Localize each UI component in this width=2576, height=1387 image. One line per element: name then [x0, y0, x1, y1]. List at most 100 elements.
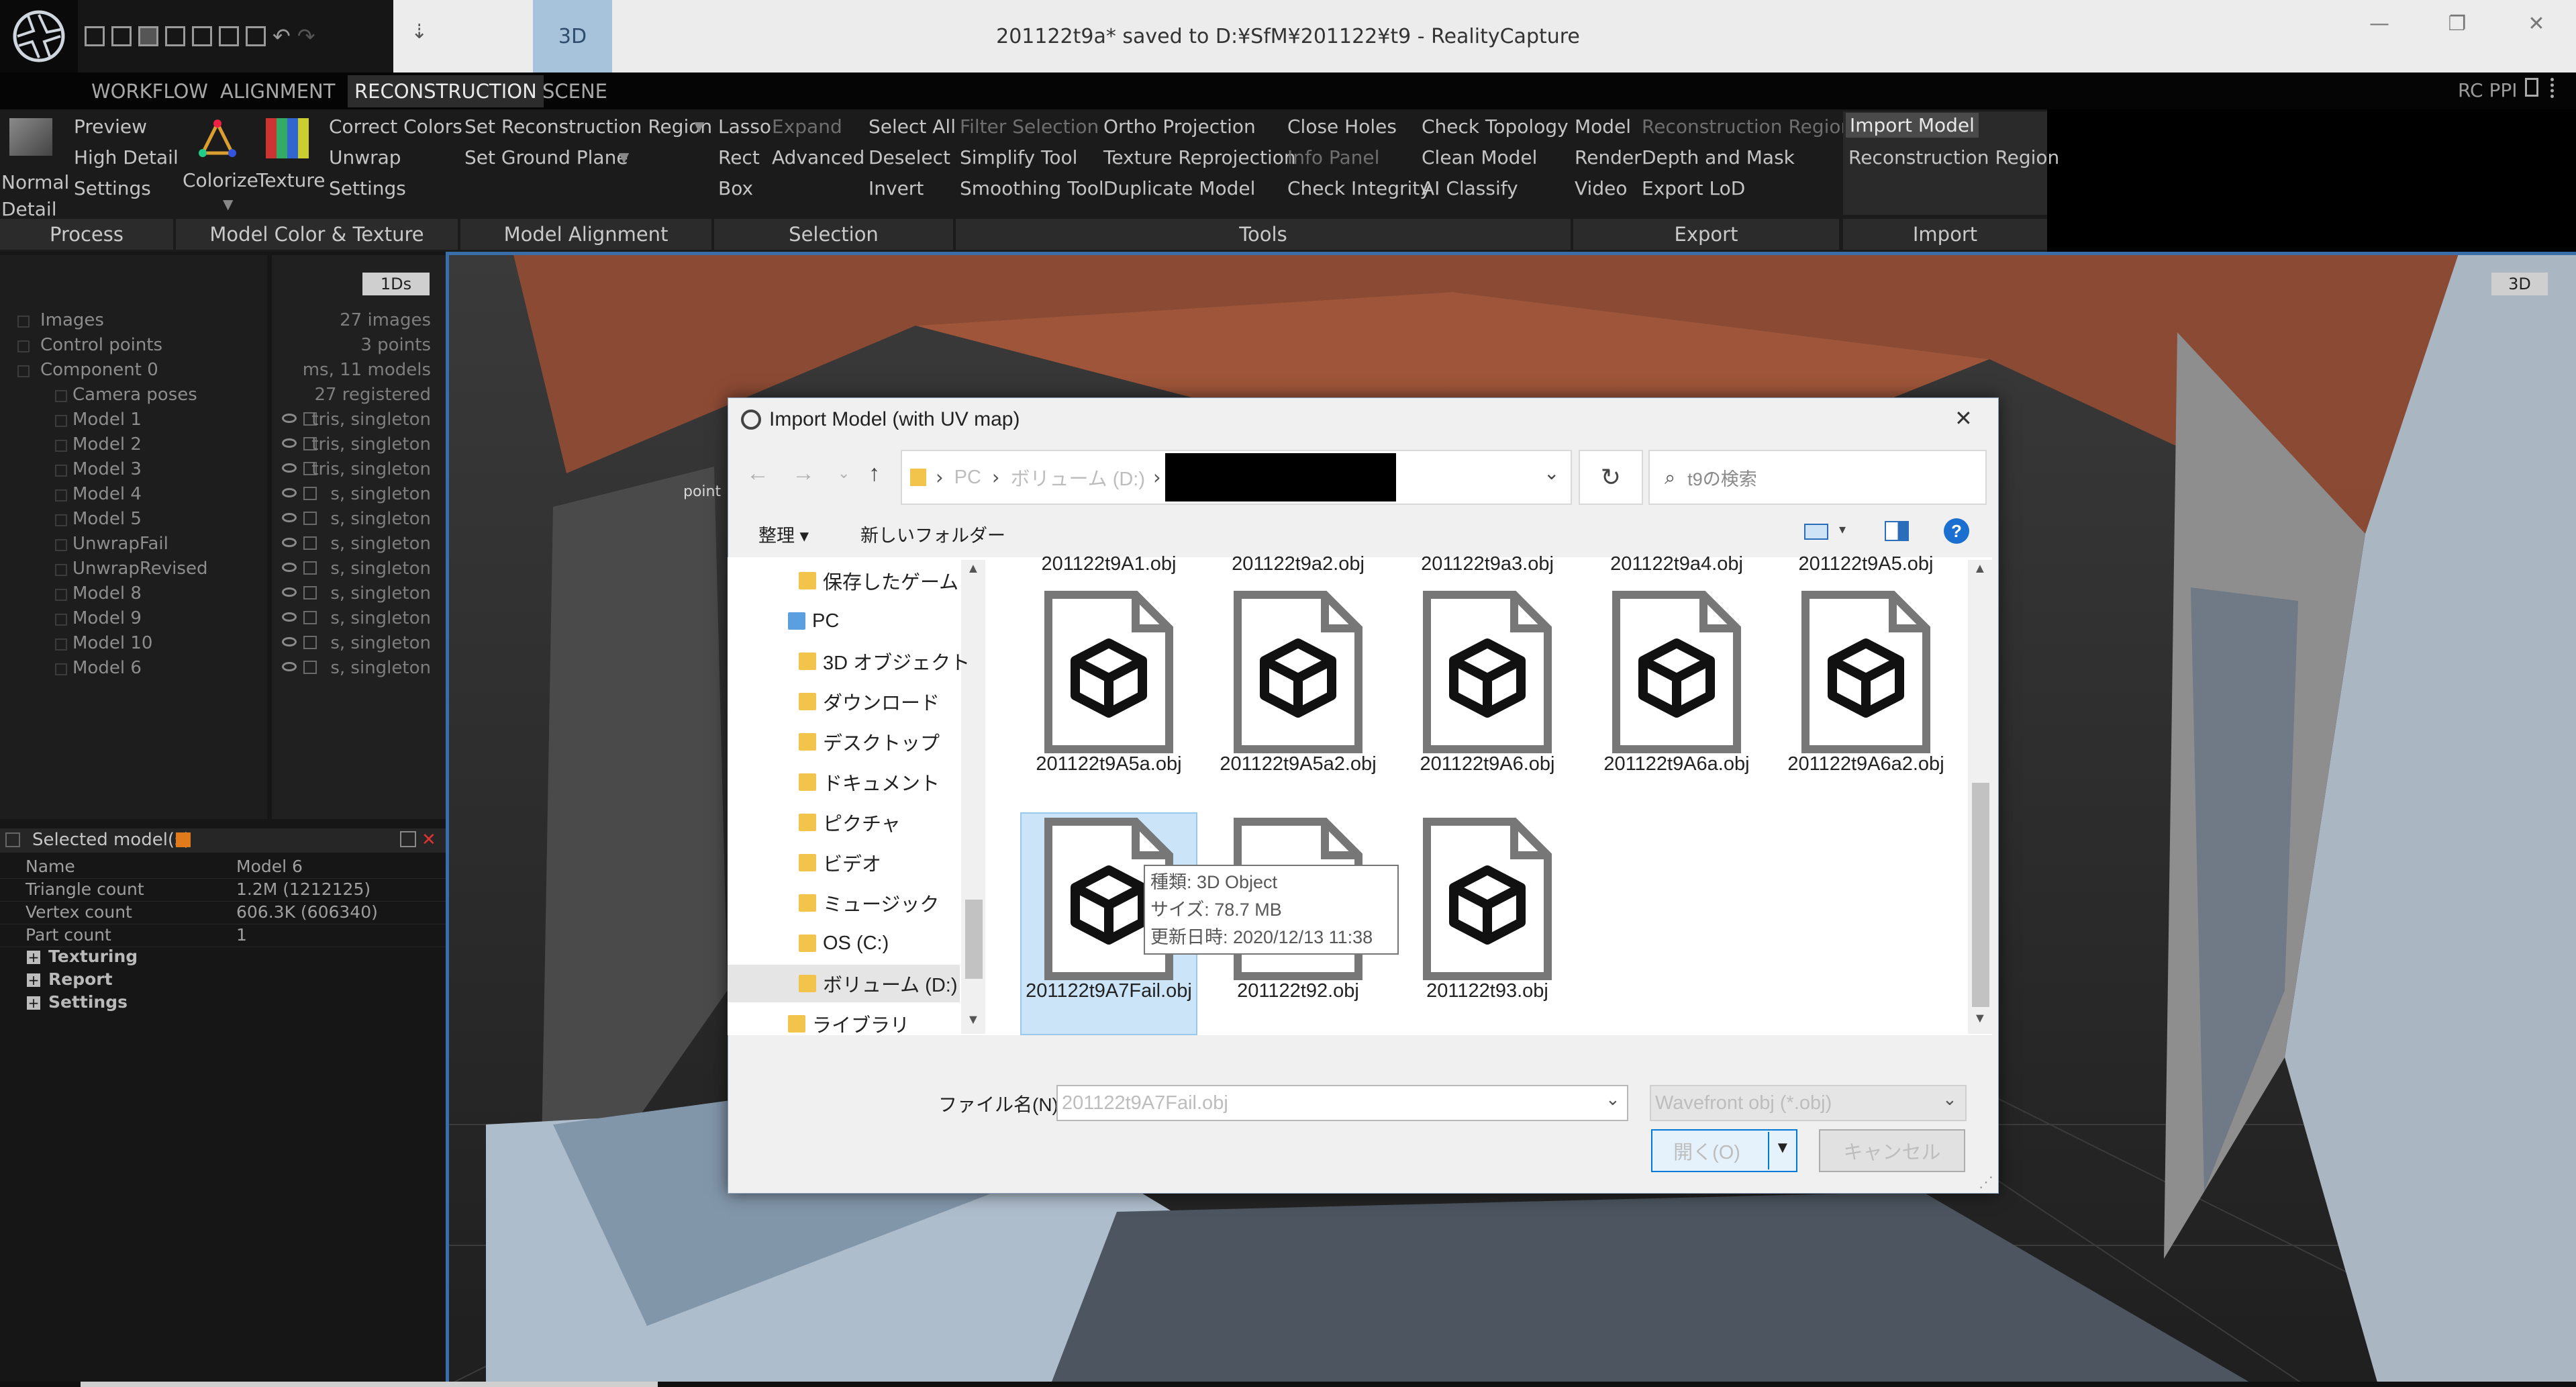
collapse-icon[interactable] — [5, 832, 20, 847]
nav-item[interactable]: PC — [728, 602, 989, 640]
depth-and-mask-button[interactable]: Depth and Mask — [1642, 146, 1795, 169]
section-label[interactable]: Report — [48, 969, 113, 989]
section-label[interactable]: Texturing — [48, 947, 138, 966]
render-button[interactable]: Render — [1575, 146, 1642, 169]
tree-item[interactable]: Model 4 — [72, 484, 142, 504]
dock-icon[interactable] — [400, 831, 416, 847]
duplicate-model-button[interactable]: Duplicate Model — [1103, 177, 1255, 199]
file-name[interactable]: 201122t93.obj — [1397, 977, 1578, 1004]
colorize-button[interactable]: Colorize — [183, 169, 258, 191]
expand-section-icon[interactable]: + — [27, 973, 40, 987]
tree-item[interactable]: Component 0 — [40, 360, 158, 380]
tab-reconstruction[interactable]: RECONSTRUCTION — [348, 75, 544, 107]
preview-button[interactable]: Preview — [74, 115, 147, 138]
close-holes-button[interactable]: Close Holes — [1287, 115, 1397, 138]
tab-workflow[interactable]: WORKFLOW — [85, 75, 215, 107]
texture-icon[interactable] — [266, 118, 309, 158]
maximize-button[interactable]: ❐ — [2420, 0, 2494, 47]
file-name[interactable]: 201122t9A5a2.obj — [1207, 751, 1389, 777]
box-button[interactable]: Box — [718, 177, 753, 199]
layout-icon[interactable] — [111, 26, 132, 46]
menu-icon[interactable] — [2550, 78, 2558, 98]
minimize-button[interactable]: — — [2342, 0, 2416, 47]
view-1ds-button[interactable]: 1Ds — [362, 273, 430, 295]
check-topology-button[interactable]: Check Topology — [1422, 115, 1569, 138]
nav-item[interactable]: ドキュメント — [728, 763, 989, 802]
nav-item[interactable]: ライブラリ — [728, 1004, 989, 1043]
clean-model-button[interactable]: Clean Model — [1422, 146, 1537, 169]
section-label[interactable]: Settings — [48, 992, 128, 1012]
smoothing-tool-button[interactable]: Smoothing Tool — [960, 177, 1104, 199]
undo-icon[interactable]: ↶ — [273, 23, 291, 49]
organize-button[interactable]: 整理 ▾ — [758, 521, 809, 547]
layout-icon[interactable] — [165, 26, 185, 46]
customize-qat-icon[interactable]: ⇣ — [411, 20, 428, 44]
export-reconstruction-region-button[interactable]: Reconstruction Region — [1642, 115, 1852, 138]
file-name[interactable]: 201122t9A1.obj — [1018, 551, 1199, 577]
layout-icon[interactable] — [219, 26, 239, 46]
info-panel-button[interactable]: Info Panel — [1287, 146, 1379, 169]
lasso-button[interactable]: Lasso — [718, 115, 771, 138]
address-dropdown-icon[interactable]: ⌄ — [1544, 462, 1559, 484]
forward-arrow-icon[interactable]: → — [792, 461, 815, 487]
expand-icon[interactable] — [17, 365, 30, 377]
expand-icon[interactable] — [55, 663, 67, 675]
tree-item[interactable]: UnwrapFail — [72, 534, 168, 554]
file-name[interactable]: 201122t9a3.obj — [1397, 551, 1578, 577]
breadcrumb-pc[interactable]: PC — [954, 467, 981, 489]
dialog-close-button[interactable]: ✕ — [1954, 405, 1973, 431]
nav-item[interactable]: ダウンロード — [728, 682, 989, 721]
expand-icon[interactable] — [55, 638, 67, 651]
expand-icon[interactable] — [55, 589, 67, 601]
file-name[interactable]: 201122t9A6.obj — [1397, 751, 1578, 777]
layout-icon[interactable] — [85, 26, 105, 46]
view-options-chevron-icon[interactable]: ▾ — [1839, 521, 1846, 538]
tab-scene[interactable]: SCENE — [536, 75, 614, 107]
chevron-down-icon[interactable]: ▼ — [619, 149, 629, 165]
tree-item[interactable]: Model 8 — [72, 583, 142, 604]
refresh-button[interactable]: ↻ — [1579, 450, 1643, 505]
document-icon[interactable] — [2525, 78, 2538, 97]
deselect-button[interactable]: Deselect — [869, 146, 950, 169]
nav-item[interactable]: ピクチャ — [728, 803, 989, 842]
file-scroll-down-icon[interactable]: ▼ — [1973, 1011, 1987, 1026]
expand-icon[interactable] — [17, 316, 30, 328]
set-ground-plane-button[interactable]: Set Ground Plane — [464, 146, 628, 169]
filename-dropdown-icon[interactable]: ⌄ — [1605, 1089, 1620, 1110]
address-bar[interactable]: › PC › ボリューム (D:) › — [901, 450, 1572, 505]
ai-classify-button[interactable]: AI Classify — [1422, 177, 1518, 199]
tree-item[interactable]: Model 5 — [72, 509, 142, 529]
filename-input[interactable]: 201122t9A7Fail.obj — [1056, 1085, 1628, 1121]
nav-item[interactable]: ミュージック — [728, 883, 989, 922]
import-model-button[interactable]: Import Model — [1846, 113, 1979, 138]
file-name[interactable]: 201122t9A5.obj — [1775, 551, 1956, 577]
tree-item[interactable]: Model 9 — [72, 608, 142, 628]
cancel-button[interactable]: キャンセル — [1819, 1129, 1965, 1172]
filter-selection-button[interactable]: Filter Selection — [960, 115, 1099, 138]
app-logo[interactable] — [0, 0, 78, 73]
nav-item[interactable]: OS (C:) — [728, 924, 989, 963]
file-name[interactable]: 201122t9A6a2.obj — [1775, 751, 1956, 777]
expand-icon[interactable] — [55, 465, 67, 477]
expand-icon[interactable] — [55, 390, 67, 402]
nav-item[interactable]: ボリューム (D:) — [728, 964, 989, 1003]
close-panel-icon[interactable]: ✕ — [422, 830, 436, 850]
expand-icon[interactable] — [55, 440, 67, 452]
expand-icon[interactable] — [55, 539, 67, 551]
help-icon[interactable]: ? — [1944, 518, 1969, 544]
tree-item[interactable]: Model 6 — [72, 658, 142, 678]
tree-item[interactable]: Model 2 — [72, 434, 142, 455]
tree-item[interactable]: Model 1 — [72, 410, 142, 430]
check-integrity-button[interactable]: Check Integrity — [1287, 177, 1431, 199]
texture-reprojection-button[interactable]: Texture Reprojection — [1103, 146, 1296, 169]
view-options-icon[interactable] — [1804, 524, 1828, 540]
expand-icon[interactable] — [55, 514, 67, 526]
expand-icon[interactable] — [55, 415, 67, 427]
tree-item[interactable]: UnwrapRevised — [72, 559, 207, 579]
simplify-tool-button[interactable]: Simplify Tool — [960, 146, 1077, 169]
tree-item[interactable]: Model 3 — [72, 459, 142, 479]
texture-button[interactable]: Texture — [256, 169, 326, 191]
file-name[interactable]: 201122t92.obj — [1207, 977, 1389, 1004]
advanced-button[interactable]: Advanced — [772, 146, 864, 169]
texture-settings-button[interactable]: Settings — [329, 177, 406, 199]
